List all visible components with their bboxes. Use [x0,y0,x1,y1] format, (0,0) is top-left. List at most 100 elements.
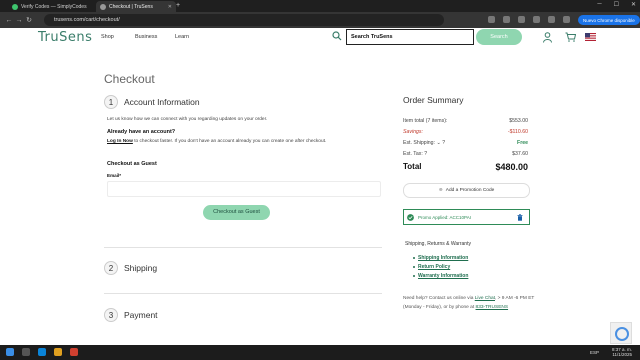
warranty-information-label: Warranty Information [418,273,469,279]
login-prompt-text: to checkout faster. If you don't have an… [132,139,327,144]
cart-icon[interactable] [565,32,576,42]
checkout-as-guest-button[interactable]: Checkout as Guest [203,205,270,220]
maximize-icon[interactable]: ☐ [614,1,619,8]
shipping-information-label: Shipping Information [418,255,469,261]
login-prompt: Log In Now to checkout faster. If you do… [107,139,387,144]
savings-row: Savings: -$110.60 [403,129,528,135]
savings-label: Savings: [403,129,423,135]
new-tab-icon[interactable]: + [176,2,180,9]
chevron-down-icon[interactable]: ⌄ [436,140,440,146]
tax-value: $37.60 [512,151,528,157]
nav-business[interactable]: Business [135,34,157,40]
step-payment: 3 Payment [104,308,158,322]
help-text: Need help? Contact us online via Live Ch… [403,294,543,312]
email-field[interactable] [107,181,381,197]
intro-text: Let us know how we can connect with you … [107,117,268,122]
step-number: 1 [104,95,118,109]
update-chrome-label: Nuevo Chrome disponible [583,17,635,23]
window-controls: ─ ☐ ✕ [597,1,636,8]
item-total-label: Item total (7 items): [403,118,448,124]
bullet [413,266,415,268]
browser-tab-active[interactable]: Checkout | TruSens ✕ [96,1,176,12]
total-value: $480.00 [495,162,528,172]
help-icon[interactable]: ? [424,151,427,157]
promo-applied-text: Promo Applied: ACC10PAI [418,214,471,220]
address-bar[interactable]: trusens.com/cart/checkout/ [44,14,444,26]
trash-icon[interactable] [517,213,523,221]
search-button[interactable]: Search [476,29,522,45]
nav-learn[interactable]: Learn [175,34,189,40]
total-row: Total $480.00 [403,162,528,172]
divider [104,293,382,294]
windows-taskbar: ESP 8:37 a. m. 11/1/2025 [0,345,640,360]
warranty-information-link[interactable]: Warranty Information [413,273,468,279]
live-chat-link[interactable]: Live Chat [475,296,495,301]
tab-label: Checkout | TruSens [109,3,153,10]
tax-row: Est. Tax: ? $37.60 [403,151,528,157]
shipping-label-wrap: Est. Shipping: ⌄ ? [403,140,445,146]
step-label: Payment [124,310,158,320]
login-link[interactable]: Log In Now [107,139,133,144]
close-window-icon[interactable]: ✕ [631,1,636,8]
check-circle-icon [407,213,414,221]
shipping-value: Free [517,140,528,146]
extension-icon[interactable] [518,16,525,23]
step-number: 3 [104,308,118,322]
browser-tab[interactable]: Verify Codes — SimplyCodes ✕ [8,1,108,12]
shipping-information-link[interactable]: Shipping Information [413,255,468,261]
windows-start-icon[interactable] [6,348,14,356]
step-account-information: 1 Account Information [104,95,200,109]
chrome-taskbar-icon[interactable] [70,348,78,356]
trusens-favicon-icon [100,3,106,10]
recaptcha-badge[interactable] [610,322,632,344]
extension-icons [488,16,570,23]
bookmark-star-icon[interactable] [503,16,510,23]
guest-heading: Checkout as Guest [107,161,157,167]
bullet [413,257,415,259]
close-tab-icon[interactable]: ✕ [168,4,172,10]
translate-icon[interactable] [488,16,495,23]
tax-label-wrap: Est. Tax: ? [403,151,427,157]
language-indicator[interactable]: ESP [590,350,599,355]
sidebar-icon[interactable] [563,16,570,23]
search-input[interactable]: Search TruSens [346,29,474,45]
help-icon[interactable]: ? [442,140,445,146]
return-policy-link[interactable]: Return Policy [413,264,450,270]
reload-icon[interactable]: ↻ [24,16,34,24]
clock-date: 11/1/2025 [612,352,632,357]
us-flag-icon[interactable] [585,33,596,41]
url-text: trusens.com/cart/checkout/ [54,17,120,23]
order-summary-title: Order Summary [403,95,464,105]
phone-link[interactable]: 833-TRUSENS [476,305,509,310]
promo-applied-banner: Promo Applied: ACC10PAI [403,209,530,225]
simplycodes-favicon-icon [12,3,18,10]
search-taskbar-icon[interactable] [22,348,30,356]
minimize-icon[interactable]: ─ [597,1,601,8]
shipping-row: Est. Shipping: ⌄ ? Free [403,140,528,146]
page-title: Checkout [104,72,155,86]
email-label: Email* [107,173,122,178]
back-icon[interactable]: ← [4,17,14,24]
user-account-icon[interactable] [543,32,552,43]
forward-icon[interactable]: → [14,17,24,24]
add-promotion-code-button[interactable]: ⊕ Add a Promotion Code [403,183,530,198]
update-chrome-button[interactable]: Nuevo Chrome disponible [578,15,640,25]
step-label: Shipping [124,263,158,273]
divider [104,247,382,248]
nav-shop[interactable]: Shop [101,34,114,40]
have-account-heading: Already have an account? [107,129,176,135]
shipping-label: Est. Shipping: [403,140,436,146]
edge-icon[interactable] [38,348,46,356]
file-explorer-icon[interactable] [54,348,62,356]
clock[interactable]: 8:37 a. m. 11/1/2025 [612,347,632,357]
trusens-logo[interactable]: TruSens [38,30,92,45]
plus-icon: ⊕ [438,188,443,193]
puzzle-icon[interactable] [533,16,540,23]
profile-icon[interactable] [548,16,555,23]
help-text-pre: Need help? Contact us online via [403,296,475,301]
savings-value: -$110.60 [507,129,528,135]
item-total-value: $553.00 [509,118,528,124]
bullet [413,275,415,277]
search-icon[interactable] [332,31,342,41]
browser-toolbar: ← → ↻ trusens.com/cart/checkout/ Nuevo C… [0,12,640,28]
